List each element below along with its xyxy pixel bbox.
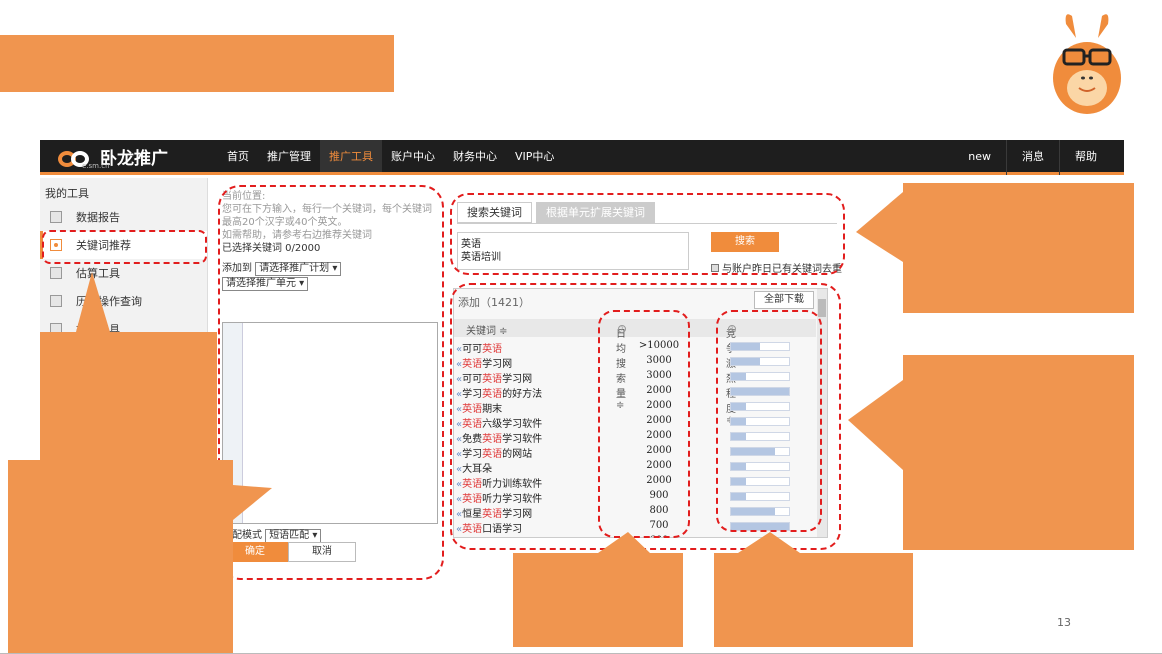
nav-vip-center[interactable]: VIP中心 [506,140,563,175]
annotation-outline-input [218,185,444,580]
slide-number: 13 [1057,616,1071,629]
sidebar-item-label: 估算工具 [76,267,120,280]
annotation-outline-search [450,193,845,275]
annotation-outline-volume [598,310,690,538]
sidebar-item-history[interactable]: 历史操作查询 [40,287,207,315]
logo-text: 卧龙推广 [100,149,168,168]
top-navigation: 卧龙推广 e.sm.cn 首页 推广管理 推广工具 账户中心 财务中心 VIP中… [40,140,1124,175]
callout-box [903,355,1134,550]
nav-items: 首页 推广管理 推广工具 账户中心 财务中心 VIP中心 [218,140,563,175]
nav-help[interactable]: 帮助 [1059,140,1112,175]
nav-finance-center[interactable]: 财务中心 [444,140,506,175]
llama-mascot-icon [1053,14,1121,114]
callout-box [40,332,217,460]
annotation-outline-sidebar [42,230,207,264]
sidebar-title: 我的工具 [45,187,89,200]
sidebar-item-label: 历史操作查询 [76,295,142,308]
sidebar-item-data-report[interactable]: 数据报告 [40,203,207,231]
callout-box [8,460,233,654]
callout-box [513,553,683,647]
nav-right: new 消息 帮助 [953,140,1112,175]
nav-promotion-manage[interactable]: 推广管理 [258,140,320,175]
calculator-icon [50,267,62,279]
nav-home[interactable]: 首页 [218,140,258,175]
logo[interactable]: 卧龙推广 [58,146,168,172]
sidebar-item-label: 数据报告 [76,211,120,224]
callout-box [903,183,1134,313]
slide-title-bar [0,35,394,92]
logo-subtext: e.sm.cn [82,162,110,170]
nav-account-center[interactable]: 账户中心 [382,140,444,175]
callout-box [714,553,913,647]
chart-icon [50,211,62,223]
annotation-outline-competition [716,310,822,532]
nav-new[interactable]: new [953,140,1006,175]
nav-messages[interactable]: 消息 [1006,140,1059,175]
nav-promotion-tools[interactable]: 推广工具 [320,140,382,175]
list-icon [50,295,62,307]
